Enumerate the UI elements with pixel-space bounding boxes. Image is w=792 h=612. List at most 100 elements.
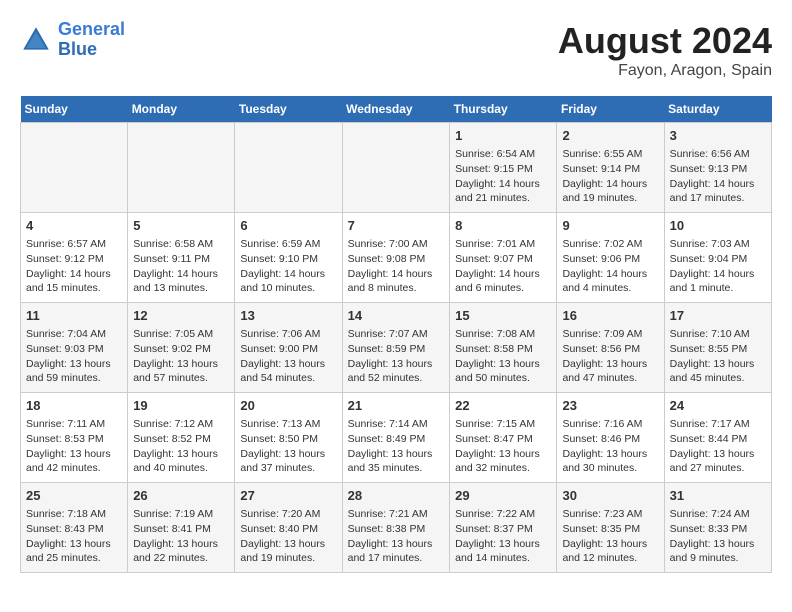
day-number: 16	[562, 307, 658, 325]
calendar-day-2: 2Sunrise: 6:55 AM Sunset: 9:14 PM Daylig…	[557, 123, 664, 213]
day-info: Sunrise: 7:14 AM Sunset: 8:49 PM Dayligh…	[348, 417, 445, 476]
calendar-table: SundayMondayTuesdayWednesdayThursdayFrid…	[20, 96, 772, 573]
page-header: General Blue August 2024 Fayon, Aragon, …	[20, 20, 772, 80]
day-number: 12	[133, 307, 229, 325]
day-number: 5	[133, 217, 229, 235]
day-number: 20	[240, 397, 336, 415]
day-info: Sunrise: 7:23 AM Sunset: 8:35 PM Dayligh…	[562, 507, 658, 566]
calendar-day-19: 19 Sunrise: 7:12 AM Sunset: 8:52 PM Dayli…	[128, 393, 235, 483]
calendar-day-11: 11 Sunrise: 7:04 AM Sunset: 9:03 PM Dayli…	[21, 303, 128, 393]
day-number: 7	[348, 217, 445, 235]
day-info: Sunrise: 7:22 AM Sunset: 8:37 PM Dayligh…	[455, 507, 551, 566]
calendar-empty-cell	[128, 123, 235, 213]
calendar-day-25: 25Sunrise: 7:18 AM Sunset: 8:43 PM Dayli…	[21, 483, 128, 573]
calendar-day-27: 27Sunrise: 7:20 AM Sunset: 8:40 PM Dayli…	[235, 483, 342, 573]
calendar-subtitle: Fayon, Aragon, Spain	[558, 62, 772, 80]
calendar-week-row: 4 Sunrise: 6:57 AM Sunset: 9:12 PM Daylig…	[21, 213, 772, 303]
weekday-header-tuesday: Tuesday	[235, 96, 342, 123]
day-number: 3	[670, 127, 766, 145]
calendar-day-13: 13 Sunrise: 7:06 AM Sunset: 9:00 PM Dayli…	[235, 303, 342, 393]
calendar-day-20: 20 Sunrise: 7:13 AM Sunset: 8:50 PM Dayli…	[235, 393, 342, 483]
calendar-day-26: 26Sunrise: 7:19 AM Sunset: 8:41 PM Dayli…	[128, 483, 235, 573]
day-info: Sunrise: 6:56 AM Sunset: 9:13 PM Dayligh…	[670, 147, 766, 206]
day-info: Sunrise: 7:11 AM Sunset: 8:53 PM Dayligh…	[26, 417, 122, 476]
calendar-day-10: 10Sunrise: 7:03 AM Sunset: 9:04 PM Dayli…	[664, 213, 771, 303]
day-info: Sunrise: 7:01 AM Sunset: 9:07 PM Dayligh…	[455, 237, 551, 296]
weekday-header-wednesday: Wednesday	[342, 96, 450, 123]
day-info: Sunrise: 6:55 AM Sunset: 9:14 PM Dayligh…	[562, 147, 658, 206]
calendar-day-9: 9 Sunrise: 7:02 AM Sunset: 9:06 PM Daylig…	[557, 213, 664, 303]
calendar-day-3: 3 Sunrise: 6:56 AM Sunset: 9:13 PM Daylig…	[664, 123, 771, 213]
day-info: Sunrise: 7:21 AM Sunset: 8:38 PM Dayligh…	[348, 507, 445, 566]
weekday-header-row: SundayMondayTuesdayWednesdayThursdayFrid…	[21, 96, 772, 123]
day-info: Sunrise: 6:58 AM Sunset: 9:11 PM Dayligh…	[133, 237, 229, 296]
calendar-week-row: 11 Sunrise: 7:04 AM Sunset: 9:03 PM Dayli…	[21, 303, 772, 393]
calendar-day-18: 18Sunrise: 7:11 AM Sunset: 8:53 PM Dayli…	[21, 393, 128, 483]
calendar-day-28: 28Sunrise: 7:21 AM Sunset: 8:38 PM Dayli…	[342, 483, 450, 573]
calendar-day-8: 8Sunrise: 7:01 AM Sunset: 9:07 PM Daylig…	[450, 213, 557, 303]
calendar-day-16: 16 Sunrise: 7:09 AM Sunset: 8:56 PM Dayli…	[557, 303, 664, 393]
day-info: Sunrise: 7:04 AM Sunset: 9:03 PM Dayligh…	[26, 327, 122, 386]
day-info: Sunrise: 6:54 AM Sunset: 9:15 PM Dayligh…	[455, 147, 551, 206]
logo: General Blue	[20, 20, 125, 60]
day-number: 27	[240, 487, 336, 505]
calendar-day-14: 14 Sunrise: 7:07 AM Sunset: 8:59 PM Dayli…	[342, 303, 450, 393]
calendar-day-17: 17 Sunrise: 7:10 AM Sunset: 8:55 PM Dayli…	[664, 303, 771, 393]
calendar-empty-cell	[342, 123, 450, 213]
weekday-header-monday: Monday	[128, 96, 235, 123]
day-number: 23	[562, 397, 658, 415]
day-info: Sunrise: 7:07 AM Sunset: 8:59 PM Dayligh…	[348, 327, 445, 386]
day-info: Sunrise: 7:24 AM Sunset: 8:33 PM Dayligh…	[670, 507, 766, 566]
calendar-day-30: 30 Sunrise: 7:23 AM Sunset: 8:35 PM Dayli…	[557, 483, 664, 573]
day-number: 14	[348, 307, 445, 325]
day-info: Sunrise: 7:16 AM Sunset: 8:46 PM Dayligh…	[562, 417, 658, 476]
calendar-empty-cell	[235, 123, 342, 213]
calendar-day-21: 21 Sunrise: 7:14 AM Sunset: 8:49 PM Dayli…	[342, 393, 450, 483]
calendar-day-4: 4 Sunrise: 6:57 AM Sunset: 9:12 PM Daylig…	[21, 213, 128, 303]
calendar-title: August 2024	[558, 20, 772, 62]
calendar-day-29: 29 Sunrise: 7:22 AM Sunset: 8:37 PM Dayli…	[450, 483, 557, 573]
calendar-day-24: 24 Sunrise: 7:17 AM Sunset: 8:44 PM Dayli…	[664, 393, 771, 483]
day-number: 17	[670, 307, 766, 325]
day-number: 31	[670, 487, 766, 505]
day-info: Sunrise: 7:17 AM Sunset: 8:44 PM Dayligh…	[670, 417, 766, 476]
day-info: Sunrise: 7:10 AM Sunset: 8:55 PM Dayligh…	[670, 327, 766, 386]
day-number: 15	[455, 307, 551, 325]
logo-text: General Blue	[58, 20, 125, 60]
logo-icon	[20, 24, 52, 56]
day-number: 26	[133, 487, 229, 505]
day-info: Sunrise: 7:06 AM Sunset: 9:00 PM Dayligh…	[240, 327, 336, 386]
day-number: 21	[348, 397, 445, 415]
calendar-body: 1Sunrise: 6:54 AM Sunset: 9:15 PM Daylig…	[21, 123, 772, 573]
calendar-day-7: 7 Sunrise: 7:00 AM Sunset: 9:08 PM Daylig…	[342, 213, 450, 303]
day-number: 22	[455, 397, 551, 415]
day-number: 29	[455, 487, 551, 505]
day-number: 4	[26, 217, 122, 235]
weekday-header-sunday: Sunday	[21, 96, 128, 123]
day-number: 13	[240, 307, 336, 325]
day-number: 11	[26, 307, 122, 325]
day-number: 25	[26, 487, 122, 505]
day-info: Sunrise: 7:09 AM Sunset: 8:56 PM Dayligh…	[562, 327, 658, 386]
day-info: Sunrise: 7:02 AM Sunset: 9:06 PM Dayligh…	[562, 237, 658, 296]
calendar-day-31: 31 Sunrise: 7:24 AM Sunset: 8:33 PM Dayli…	[664, 483, 771, 573]
calendar-day-15: 15Sunrise: 7:08 AM Sunset: 8:58 PM Dayli…	[450, 303, 557, 393]
day-number: 9	[562, 217, 658, 235]
calendar-empty-cell	[21, 123, 128, 213]
day-info: Sunrise: 7:15 AM Sunset: 8:47 PM Dayligh…	[455, 417, 551, 476]
day-number: 24	[670, 397, 766, 415]
day-number: 19	[133, 397, 229, 415]
day-number: 6	[240, 217, 336, 235]
day-info: Sunrise: 7:00 AM Sunset: 9:08 PM Dayligh…	[348, 237, 445, 296]
day-number: 30	[562, 487, 658, 505]
day-info: Sunrise: 6:59 AM Sunset: 9:10 PM Dayligh…	[240, 237, 336, 296]
day-info: Sunrise: 7:13 AM Sunset: 8:50 PM Dayligh…	[240, 417, 336, 476]
day-info: Sunrise: 7:12 AM Sunset: 8:52 PM Dayligh…	[133, 417, 229, 476]
calendar-week-row: 25Sunrise: 7:18 AM Sunset: 8:43 PM Dayli…	[21, 483, 772, 573]
title-block: August 2024 Fayon, Aragon, Spain	[558, 20, 772, 80]
calendar-week-row: 1Sunrise: 6:54 AM Sunset: 9:15 PM Daylig…	[21, 123, 772, 213]
day-info: Sunrise: 6:57 AM Sunset: 9:12 PM Dayligh…	[26, 237, 122, 296]
calendar-day-22: 22 Sunrise: 7:15 AM Sunset: 8:47 PM Dayli…	[450, 393, 557, 483]
day-info: Sunrise: 7:03 AM Sunset: 9:04 PM Dayligh…	[670, 237, 766, 296]
calendar-day-5: 5 Sunrise: 6:58 AM Sunset: 9:11 PM Daylig…	[128, 213, 235, 303]
